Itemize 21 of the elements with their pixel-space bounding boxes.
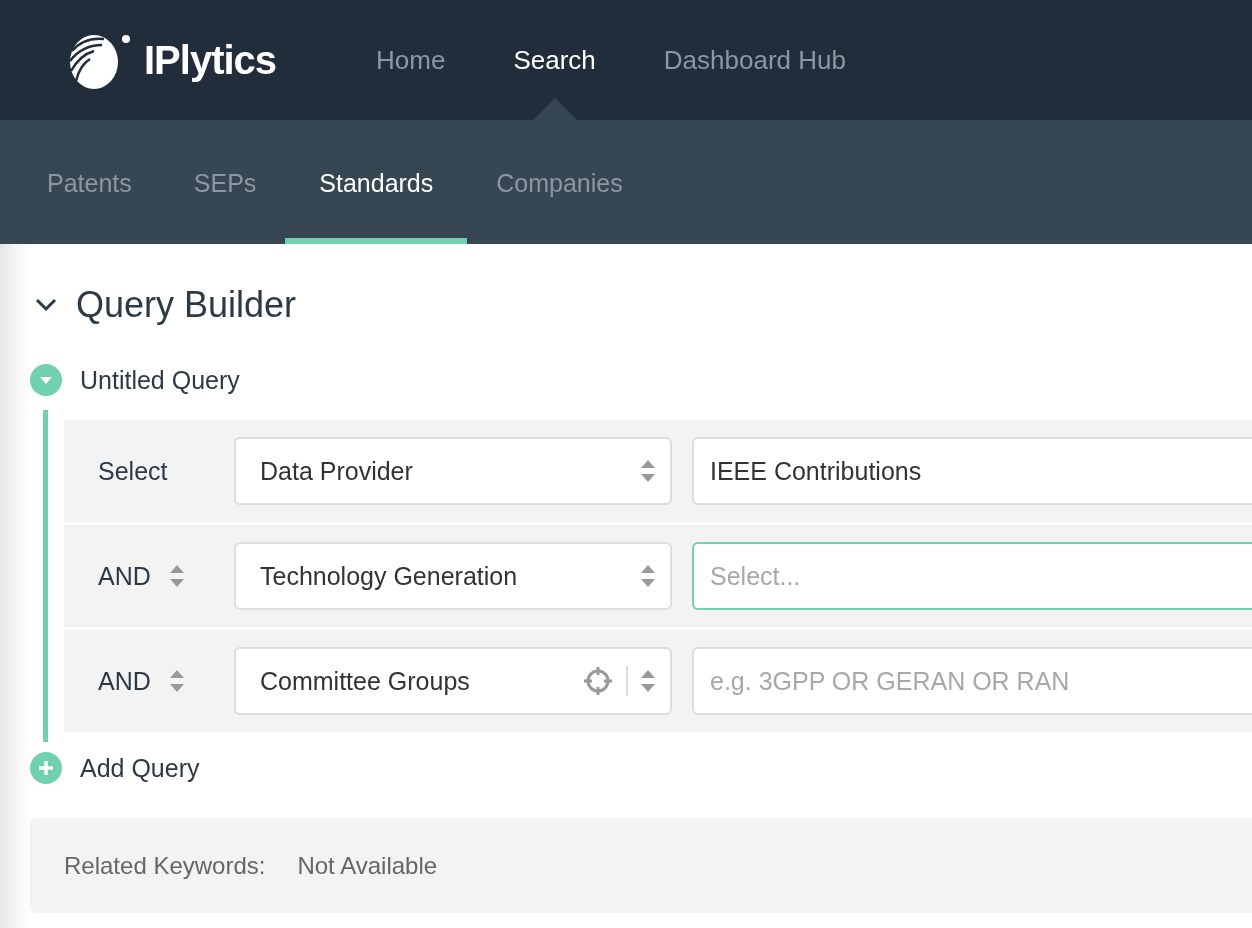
operator-label: AND <box>98 666 151 696</box>
nav-link[interactable]: Home <box>374 0 448 120</box>
query-title[interactable]: Untitled Query <box>80 365 240 395</box>
logo-text: IPlytics <box>144 37 277 83</box>
value-field[interactable]: Select... <box>692 542 1252 610</box>
crosshair-icon[interactable] <box>582 665 614 697</box>
add-circle-icon[interactable] <box>30 752 62 784</box>
collapse-circle-icon[interactable] <box>30 364 62 396</box>
section-title: Query Builder <box>76 284 297 326</box>
field-select[interactable]: Data Provider <box>234 437 672 505</box>
related-keywords-value: Not Available <box>297 851 438 880</box>
operator-label: Select <box>98 456 168 486</box>
chevron-down-icon[interactable] <box>34 297 58 313</box>
add-query-link[interactable]: Add Query <box>80 753 200 783</box>
operator-label: AND <box>98 561 151 591</box>
field-select[interactable]: Committee Groups <box>234 647 672 715</box>
nav-link[interactable]: Dashboard Hub <box>661 0 848 120</box>
value-field[interactable]: e.g. 3GPP OR GERAN OR RAN <box>692 647 1252 715</box>
field-select[interactable]: Technology Generation <box>234 542 672 610</box>
related-keywords-label: Related Keywords: <box>64 851 266 880</box>
value-field[interactable]: IEEE Contributions <box>692 437 1252 505</box>
